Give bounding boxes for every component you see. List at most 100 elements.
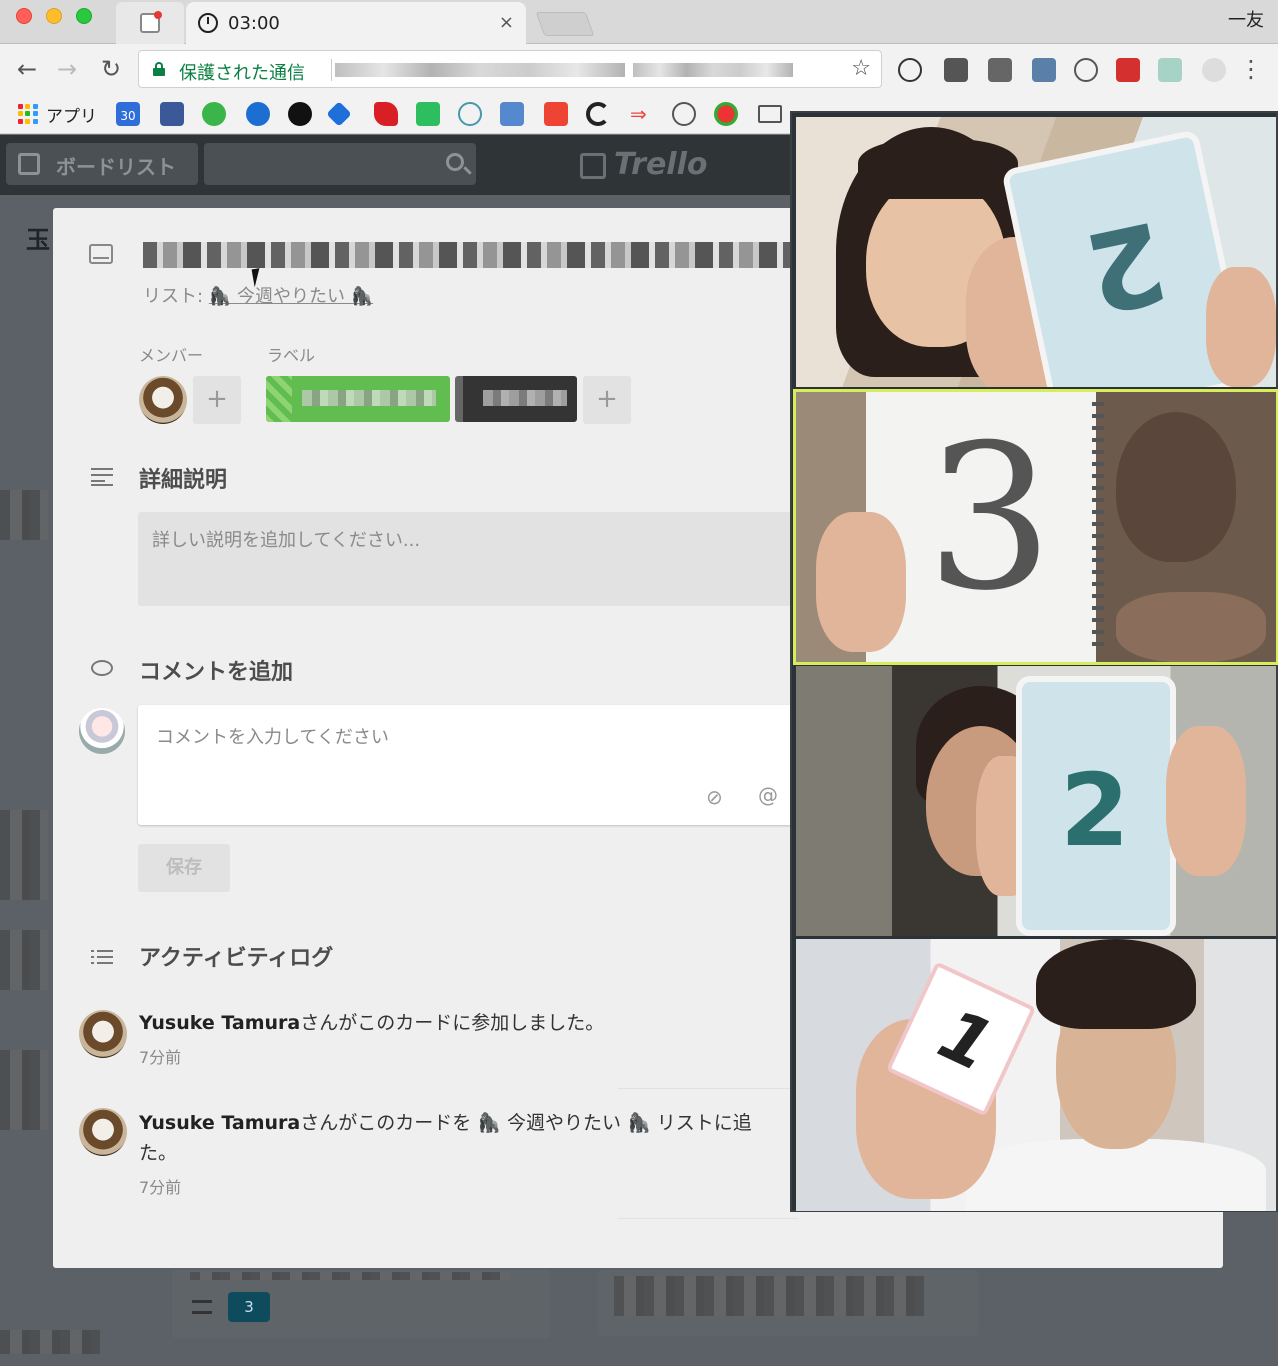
- activity-avatar[interactable]: [79, 1010, 127, 1058]
- video-tile-3[interactable]: 2: [796, 666, 1276, 936]
- bookmark-chat-blue-icon[interactable]: [246, 102, 270, 126]
- bookmark-star-icon[interactable]: ☆: [851, 56, 871, 81]
- address-bar[interactable]: 保護された通信 ☆: [138, 50, 882, 88]
- apps-grid-icon[interactable]: [18, 104, 38, 124]
- attachment-icon[interactable]: ⊘: [706, 785, 723, 809]
- shown-digit: 1: [926, 992, 1006, 1088]
- bookmark-character-icon[interactable]: [500, 102, 524, 126]
- bookmark-red-icon[interactable]: [374, 102, 398, 126]
- bookmark-apple-icon[interactable]: [714, 102, 738, 126]
- pinned-tab[interactable]: [116, 2, 184, 44]
- member-avatar[interactable]: [139, 376, 187, 424]
- pinned-tab-favicon-icon: [140, 11, 162, 33]
- video-call-panel: 2 3 2 1: [790, 111, 1278, 1212]
- forward-button[interactable]: →: [52, 54, 82, 84]
- stopwatch-icon: [198, 13, 218, 33]
- participant-shirt: [966, 1139, 1266, 1211]
- extension-1password-icon[interactable]: [898, 58, 922, 82]
- window-minimize-button[interactable]: [46, 8, 62, 24]
- in-list-prefix: リスト:: [143, 286, 204, 307]
- extension-more-icon[interactable]: [1116, 58, 1140, 82]
- bookmark-timer-icon[interactable]: [458, 102, 482, 126]
- description-input[interactable]: 詳しい説明を追加してください...: [138, 512, 798, 606]
- comment-icon: [91, 660, 113, 676]
- blurred-list-content: [0, 1330, 100, 1354]
- comment-input[interactable]: コメントを入力してください ⊘ @: [138, 705, 798, 825]
- board-search-input[interactable]: [204, 143, 476, 185]
- participant-hair: [1036, 939, 1196, 1029]
- blurred-list-content: [0, 810, 48, 900]
- participant-hand: [1166, 726, 1246, 876]
- extension-dictionary-icon[interactable]: [1158, 58, 1182, 82]
- back-button[interactable]: ←: [12, 54, 42, 84]
- profile-name[interactable]: 一友: [1228, 6, 1264, 32]
- mention-icon[interactable]: @: [758, 783, 778, 807]
- card-icon: [89, 244, 113, 264]
- new-tab-button[interactable]: [535, 12, 595, 36]
- add-member-button[interactable]: +: [193, 376, 241, 424]
- trello-logo-icon: [580, 153, 606, 179]
- members-label: メンバー: [139, 346, 204, 365]
- active-tab[interactable]: 03:00 ×: [186, 2, 526, 44]
- bookmark-jira-icon[interactable]: [326, 101, 352, 127]
- label-green[interactable]: [266, 376, 450, 422]
- video-tile-1[interactable]: 2: [796, 117, 1276, 387]
- bookmark-folder-icon[interactable]: [758, 105, 782, 123]
- extension-s-icon[interactable]: [1032, 58, 1056, 82]
- activity-time[interactable]: 7分前: [139, 1044, 181, 1068]
- activity-user[interactable]: Yusuke Tamura: [139, 1112, 300, 1134]
- participant-face-partial: [1116, 412, 1236, 562]
- reload-button[interactable]: ↻: [96, 54, 126, 84]
- participant-hand: [816, 512, 906, 652]
- shown-digit: 3: [926, 402, 1054, 635]
- phone-screen: 2: [1016, 676, 1176, 936]
- browser-toolbar: ← → ↻ 保護された通信 ☆ ⋮: [0, 44, 1278, 94]
- trello-logo[interactable]: Trello: [614, 147, 708, 182]
- in-list-line: リスト: 🦍 今週やりたい 🦍: [143, 282, 373, 308]
- extension-face-icon[interactable]: [1202, 58, 1226, 82]
- video-tile-2-active-speaker[interactable]: 3: [793, 389, 1278, 665]
- list-name-link[interactable]: 🦍 今週やりたい 🦍: [209, 286, 373, 307]
- activity-text: さんがこのカードに参加しました。: [300, 1012, 605, 1034]
- activity-text: さんがこのカードを 🦍 今週やりたい 🦍 リストに追: [300, 1112, 752, 1134]
- save-comment-button[interactable]: 保存: [138, 844, 230, 892]
- bookmark-c-icon[interactable]: [586, 102, 610, 126]
- card-title-blurred[interactable]: [143, 242, 803, 268]
- comment-placeholder: コメントを入力してください: [156, 727, 389, 748]
- activity-title: アクティビティログ: [139, 946, 334, 971]
- window-zoom-button[interactable]: [76, 8, 92, 24]
- extension-binary-icon[interactable]: [988, 58, 1012, 82]
- activity-user[interactable]: Yusuke Tamura: [139, 1012, 300, 1034]
- browser-tab-bar: 03:00 × 一友: [0, 0, 1278, 44]
- bookmark-orange-icon[interactable]: [544, 102, 568, 126]
- activity-divider: [618, 1088, 798, 1089]
- blurred-card-title: [190, 1272, 510, 1280]
- shown-digit: 2: [1075, 196, 1177, 338]
- description-icon: [91, 468, 113, 486]
- url-separator: [331, 59, 332, 81]
- shown-digit: 2: [1060, 752, 1130, 869]
- add-label-button[interactable]: +: [583, 376, 631, 424]
- bookmark-arrow-icon[interactable]: ⇒: [630, 102, 654, 126]
- extension-evernote-icon[interactable]: [944, 58, 968, 82]
- bookmark-github-icon[interactable]: [288, 102, 312, 126]
- url-blurred: [335, 63, 625, 77]
- description-lines-icon: [192, 1300, 212, 1314]
- extension-recycle-icon[interactable]: [1074, 58, 1098, 82]
- tab-close-button[interactable]: ×: [499, 12, 514, 33]
- label-dark[interactable]: [455, 376, 577, 422]
- activity-avatar[interactable]: [79, 1108, 127, 1156]
- bookmark-calendar-icon[interactable]: 30: [116, 102, 140, 126]
- window-close-button[interactable]: [16, 8, 32, 24]
- browser-menu-icon[interactable]: ⋮: [1236, 54, 1266, 84]
- activity-time[interactable]: 7分前: [139, 1174, 181, 1198]
- bookmark-evernote-icon[interactable]: [416, 102, 440, 126]
- comment-count-badge: 3: [228, 1292, 270, 1322]
- video-tile-4[interactable]: 1: [796, 939, 1276, 1211]
- bookmark-facebook-icon[interactable]: [160, 102, 184, 126]
- bookmark-octo-icon[interactable]: [672, 102, 696, 126]
- boards-button[interactable]: ボードリスト: [6, 143, 198, 185]
- apps-label[interactable]: アプリ: [46, 102, 97, 127]
- bookmark-chat-green-icon[interactable]: [202, 102, 226, 126]
- board-title: 玉: [26, 226, 50, 254]
